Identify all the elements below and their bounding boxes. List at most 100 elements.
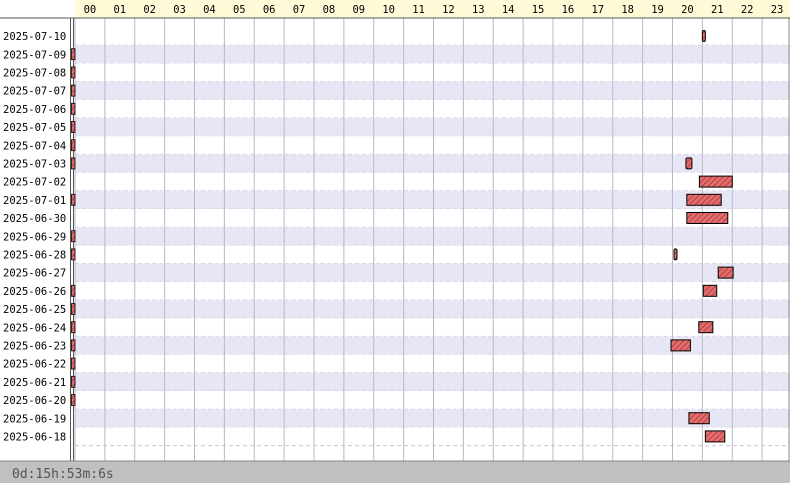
session-bar xyxy=(701,30,706,42)
row-background xyxy=(75,172,790,191)
hour-label: 00 xyxy=(84,4,97,16)
session-bar xyxy=(704,430,726,443)
date-labels: 2025-07-10 2025-07-09 2025-07-08 2025-07-07… xyxy=(3,31,66,443)
day-marker xyxy=(71,48,76,61)
hour-label: 20 xyxy=(681,4,694,16)
day-marker xyxy=(71,357,76,370)
date-label: 2025-06-27 xyxy=(3,268,66,280)
hour-label: 17 xyxy=(591,4,604,16)
hour-label: 18 xyxy=(621,4,634,16)
row-background xyxy=(75,281,790,300)
day-marker xyxy=(71,102,76,115)
day-marker xyxy=(71,84,76,97)
hour-label: 07 xyxy=(293,4,306,16)
row-background xyxy=(75,300,790,319)
day-marker xyxy=(71,139,76,152)
footer-bar: 0d:15h:53m:6s xyxy=(0,460,790,483)
date-label: 2025-06-25 xyxy=(3,304,66,316)
date-label: 2025-06-18 xyxy=(3,432,66,444)
row-background xyxy=(75,81,790,100)
date-label: 2025-07-07 xyxy=(3,86,66,98)
hour-label: 10 xyxy=(382,4,395,16)
row-background xyxy=(75,136,790,155)
hour-label: 12 xyxy=(442,4,455,16)
row-background xyxy=(75,118,790,137)
session-bar xyxy=(702,284,718,297)
date-label: 2025-07-04 xyxy=(3,140,66,152)
day-marker xyxy=(71,121,76,133)
day-marker xyxy=(71,339,76,352)
day-marker xyxy=(71,157,76,170)
row-background xyxy=(75,63,790,82)
date-label: 2025-07-09 xyxy=(3,49,66,61)
day-marker xyxy=(71,321,76,334)
session-bar xyxy=(685,157,693,170)
hour-label: 05 xyxy=(233,4,246,16)
hour-label: 03 xyxy=(173,4,186,16)
row-background xyxy=(75,45,790,64)
session-bar xyxy=(686,212,729,224)
day-marker xyxy=(71,375,76,388)
row-background xyxy=(75,190,790,209)
hour-header: 00 01 02 03 04 05 06 07 08 09 10 11 12 13 14 15 16 17 18 19… xyxy=(0,0,790,19)
hour-label: 08 xyxy=(323,4,336,16)
row-background xyxy=(75,245,790,264)
date-label: 2025-06-29 xyxy=(3,231,66,243)
date-label: 2025-07-08 xyxy=(3,68,66,80)
session-bar xyxy=(688,412,710,425)
session-bar xyxy=(717,266,734,279)
date-label: 2025-06-26 xyxy=(3,286,66,298)
day-marker xyxy=(71,193,76,206)
row-background xyxy=(75,263,790,282)
row-background xyxy=(75,391,790,410)
date-label: 2025-07-02 xyxy=(3,177,66,189)
row-background xyxy=(75,318,790,337)
hour-label: 16 xyxy=(562,4,575,16)
hour-label: 13 xyxy=(472,4,485,16)
hour-label: 02 xyxy=(143,4,156,16)
hour-label: 01 xyxy=(113,4,126,16)
row-background xyxy=(75,354,790,373)
day-marker xyxy=(71,303,76,315)
date-label: 2025-06-24 xyxy=(3,322,66,334)
day-marker xyxy=(71,284,76,297)
hour-label: 11 xyxy=(412,4,425,16)
date-label: 2025-06-22 xyxy=(3,359,66,371)
date-label: 2025-06-23 xyxy=(3,341,66,353)
row-backgrounds xyxy=(75,27,790,447)
row-background xyxy=(75,154,790,173)
session-bar xyxy=(673,248,678,261)
hour-label: 22 xyxy=(741,4,754,16)
hour-label: 09 xyxy=(352,4,365,16)
row-background xyxy=(75,27,790,46)
date-label: 2025-07-06 xyxy=(3,104,66,116)
date-label: 2025-06-21 xyxy=(3,377,66,389)
date-label: 2025-06-20 xyxy=(3,395,66,407)
date-label: 2025-06-19 xyxy=(3,413,66,425)
date-label: 2025-07-10 xyxy=(3,31,66,43)
row-background xyxy=(75,227,790,246)
hour-label: 06 xyxy=(263,4,276,16)
session-bar xyxy=(698,175,733,188)
date-label: 2025-07-05 xyxy=(3,122,66,134)
row-background xyxy=(75,427,790,446)
day-marker xyxy=(71,394,76,406)
session-bar xyxy=(698,321,714,334)
hour-label: 23 xyxy=(771,4,784,16)
date-label: 2025-07-03 xyxy=(3,159,66,171)
hour-label: 19 xyxy=(651,4,664,16)
row-background xyxy=(75,372,790,391)
hour-label: 21 xyxy=(711,4,724,16)
hour-label: 04 xyxy=(203,4,216,16)
date-label: 2025-06-28 xyxy=(3,250,66,262)
session-bar xyxy=(670,339,691,352)
row-background xyxy=(75,209,790,228)
session-bar xyxy=(686,193,722,206)
hour-label: 15 xyxy=(532,4,545,16)
day-marker xyxy=(71,230,76,243)
hour-label: 14 xyxy=(502,4,515,16)
activity-timeline: 00 01 02 03 04 05 06 07 08 09 10 11 12 13 14 15 16 17 18 19… xyxy=(0,0,790,483)
row-background xyxy=(75,99,790,118)
date-label: 2025-06-30 xyxy=(3,213,66,225)
day-marker xyxy=(71,66,76,79)
